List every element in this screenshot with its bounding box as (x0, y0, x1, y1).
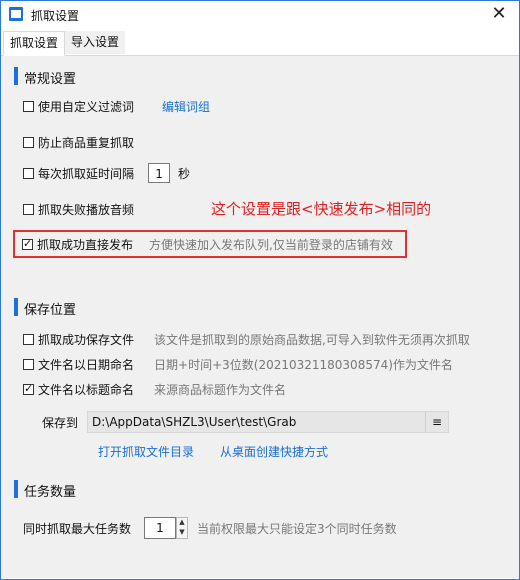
close-button[interactable]: ✕ (479, 1, 519, 29)
annotation-note: 这个设置是跟<快速发布>相同的 (211, 200, 432, 218)
fail-sound-checkbox[interactable] (23, 204, 34, 215)
name-by-title-checkbox[interactable] (23, 382, 34, 395)
delay-unit: 秒 (178, 166, 191, 181)
settings-content: 常规设置 使用自定义过滤词 编辑词组 防止商品重复抓取 每次抓取延时间隔 1 秒… (1, 56, 519, 578)
delay-checkbox[interactable] (23, 167, 34, 179)
stepper-up-icon[interactable]: ▲ (178, 518, 186, 527)
direct-publish-checkbox[interactable] (22, 237, 33, 250)
direct-publish-row: 抓取成功直接发布 方便快速加入发布队列,仅当前登录的店铺有效 (22, 236, 393, 253)
create-shortcut-link[interactable]: 从桌面创建快捷方式 (220, 443, 328, 460)
custom-filter-checkbox[interactable] (23, 101, 34, 112)
name-by-title-hint: 来源商品标题作为文件名 (154, 383, 287, 397)
settings-window: 抓取设置 ✕ 抓取设置 导入设置 常规设置 使用自定义过滤词 编辑词组 防止商品… (0, 0, 520, 580)
window-title: 抓取设置 (31, 9, 80, 23)
save-file-checkbox[interactable] (23, 334, 34, 345)
direct-publish-hint: 方便快速加入发布队列,仅当前登录的店铺有效 (149, 238, 393, 252)
prevent-duplicate-checkbox[interactable] (23, 137, 34, 148)
prevent-duplicate-row: 防止商品重复抓取 (23, 134, 134, 151)
name-by-date-hint: 日期+时间+3位数(20210321180308574)作为文件名 (154, 358, 453, 372)
stepper-arrows[interactable]: ▲ ▼ (176, 517, 188, 539)
stepper-down-icon[interactable]: ▼ (178, 528, 186, 537)
name-by-title-row: 文件名以标题命名 来源商品标题作为文件名 (23, 381, 286, 398)
section-title-tasks: 任务数量 (24, 485, 77, 500)
max-tasks-stepper[interactable]: 1 ▲ ▼ (144, 517, 188, 539)
direct-publish-label[interactable]: 抓取成功直接发布 (37, 236, 133, 253)
save-file-hint: 该文件是抓取到的原始商品数据,可导入到软件无须再次抓取 (154, 333, 470, 347)
tab-import-settings[interactable]: 导入设置 (65, 31, 126, 54)
delay-label[interactable]: 每次抓取延时间隔 (38, 165, 134, 182)
save-path-value: D:\AppData\SHZL3\User\test\Grab (92, 415, 297, 429)
name-by-title-label[interactable]: 文件名以标题命名 (38, 381, 134, 398)
menu-icon[interactable]: ≡ (425, 412, 448, 432)
max-tasks-hint: 当前权限最大只能设定3个同时任务数 (197, 522, 397, 536)
section-marker (14, 480, 18, 498)
custom-filter-label[interactable]: 使用自定义过滤词 (38, 98, 134, 115)
delay-input[interactable]: 1 (148, 163, 171, 183)
section-title-save: 保存位置 (24, 303, 77, 318)
tab-bar: 抓取设置 导入设置 (1, 31, 519, 56)
name-by-date-label[interactable]: 文件名以日期命名 (38, 356, 134, 373)
max-tasks-label: 同时抓取最大任务数 (23, 522, 132, 536)
custom-filter-row: 使用自定义过滤词 编辑词组 (23, 98, 210, 115)
name-by-date-row: 文件名以日期命名 日期+时间+3位数(20210321180308574)作为文… (23, 356, 453, 373)
save-to-label: 保存到 (42, 416, 79, 430)
save-path-field[interactable]: D:\AppData\SHZL3\User\test\Grab ≡ (87, 411, 449, 433)
prevent-duplicate-label[interactable]: 防止商品重复抓取 (38, 134, 134, 151)
section-title-general: 常规设置 (24, 72, 77, 87)
fail-sound-row: 抓取失败播放音频 (23, 201, 134, 218)
edit-words-link[interactable]: 编辑词组 (162, 98, 210, 115)
app-icon (9, 7, 23, 21)
tab-grab-settings[interactable]: 抓取设置 (3, 31, 66, 56)
save-file-row: 抓取成功保存文件 该文件是抓取到的原始商品数据,可导入到软件无须再次抓取 (23, 331, 470, 348)
open-grab-dir-link[interactable]: 打开抓取文件目录 (98, 443, 194, 460)
max-tasks-value[interactable]: 1 (144, 517, 176, 539)
section-marker (14, 67, 18, 85)
name-by-date-checkbox[interactable] (23, 359, 34, 370)
save-file-label[interactable]: 抓取成功保存文件 (38, 331, 134, 348)
fail-sound-label[interactable]: 抓取失败播放音频 (38, 201, 134, 218)
title-bar: 抓取设置 ✕ (1, 1, 519, 29)
delay-row: 每次抓取延时间隔 1 秒 (23, 163, 190, 183)
section-marker (14, 298, 18, 316)
